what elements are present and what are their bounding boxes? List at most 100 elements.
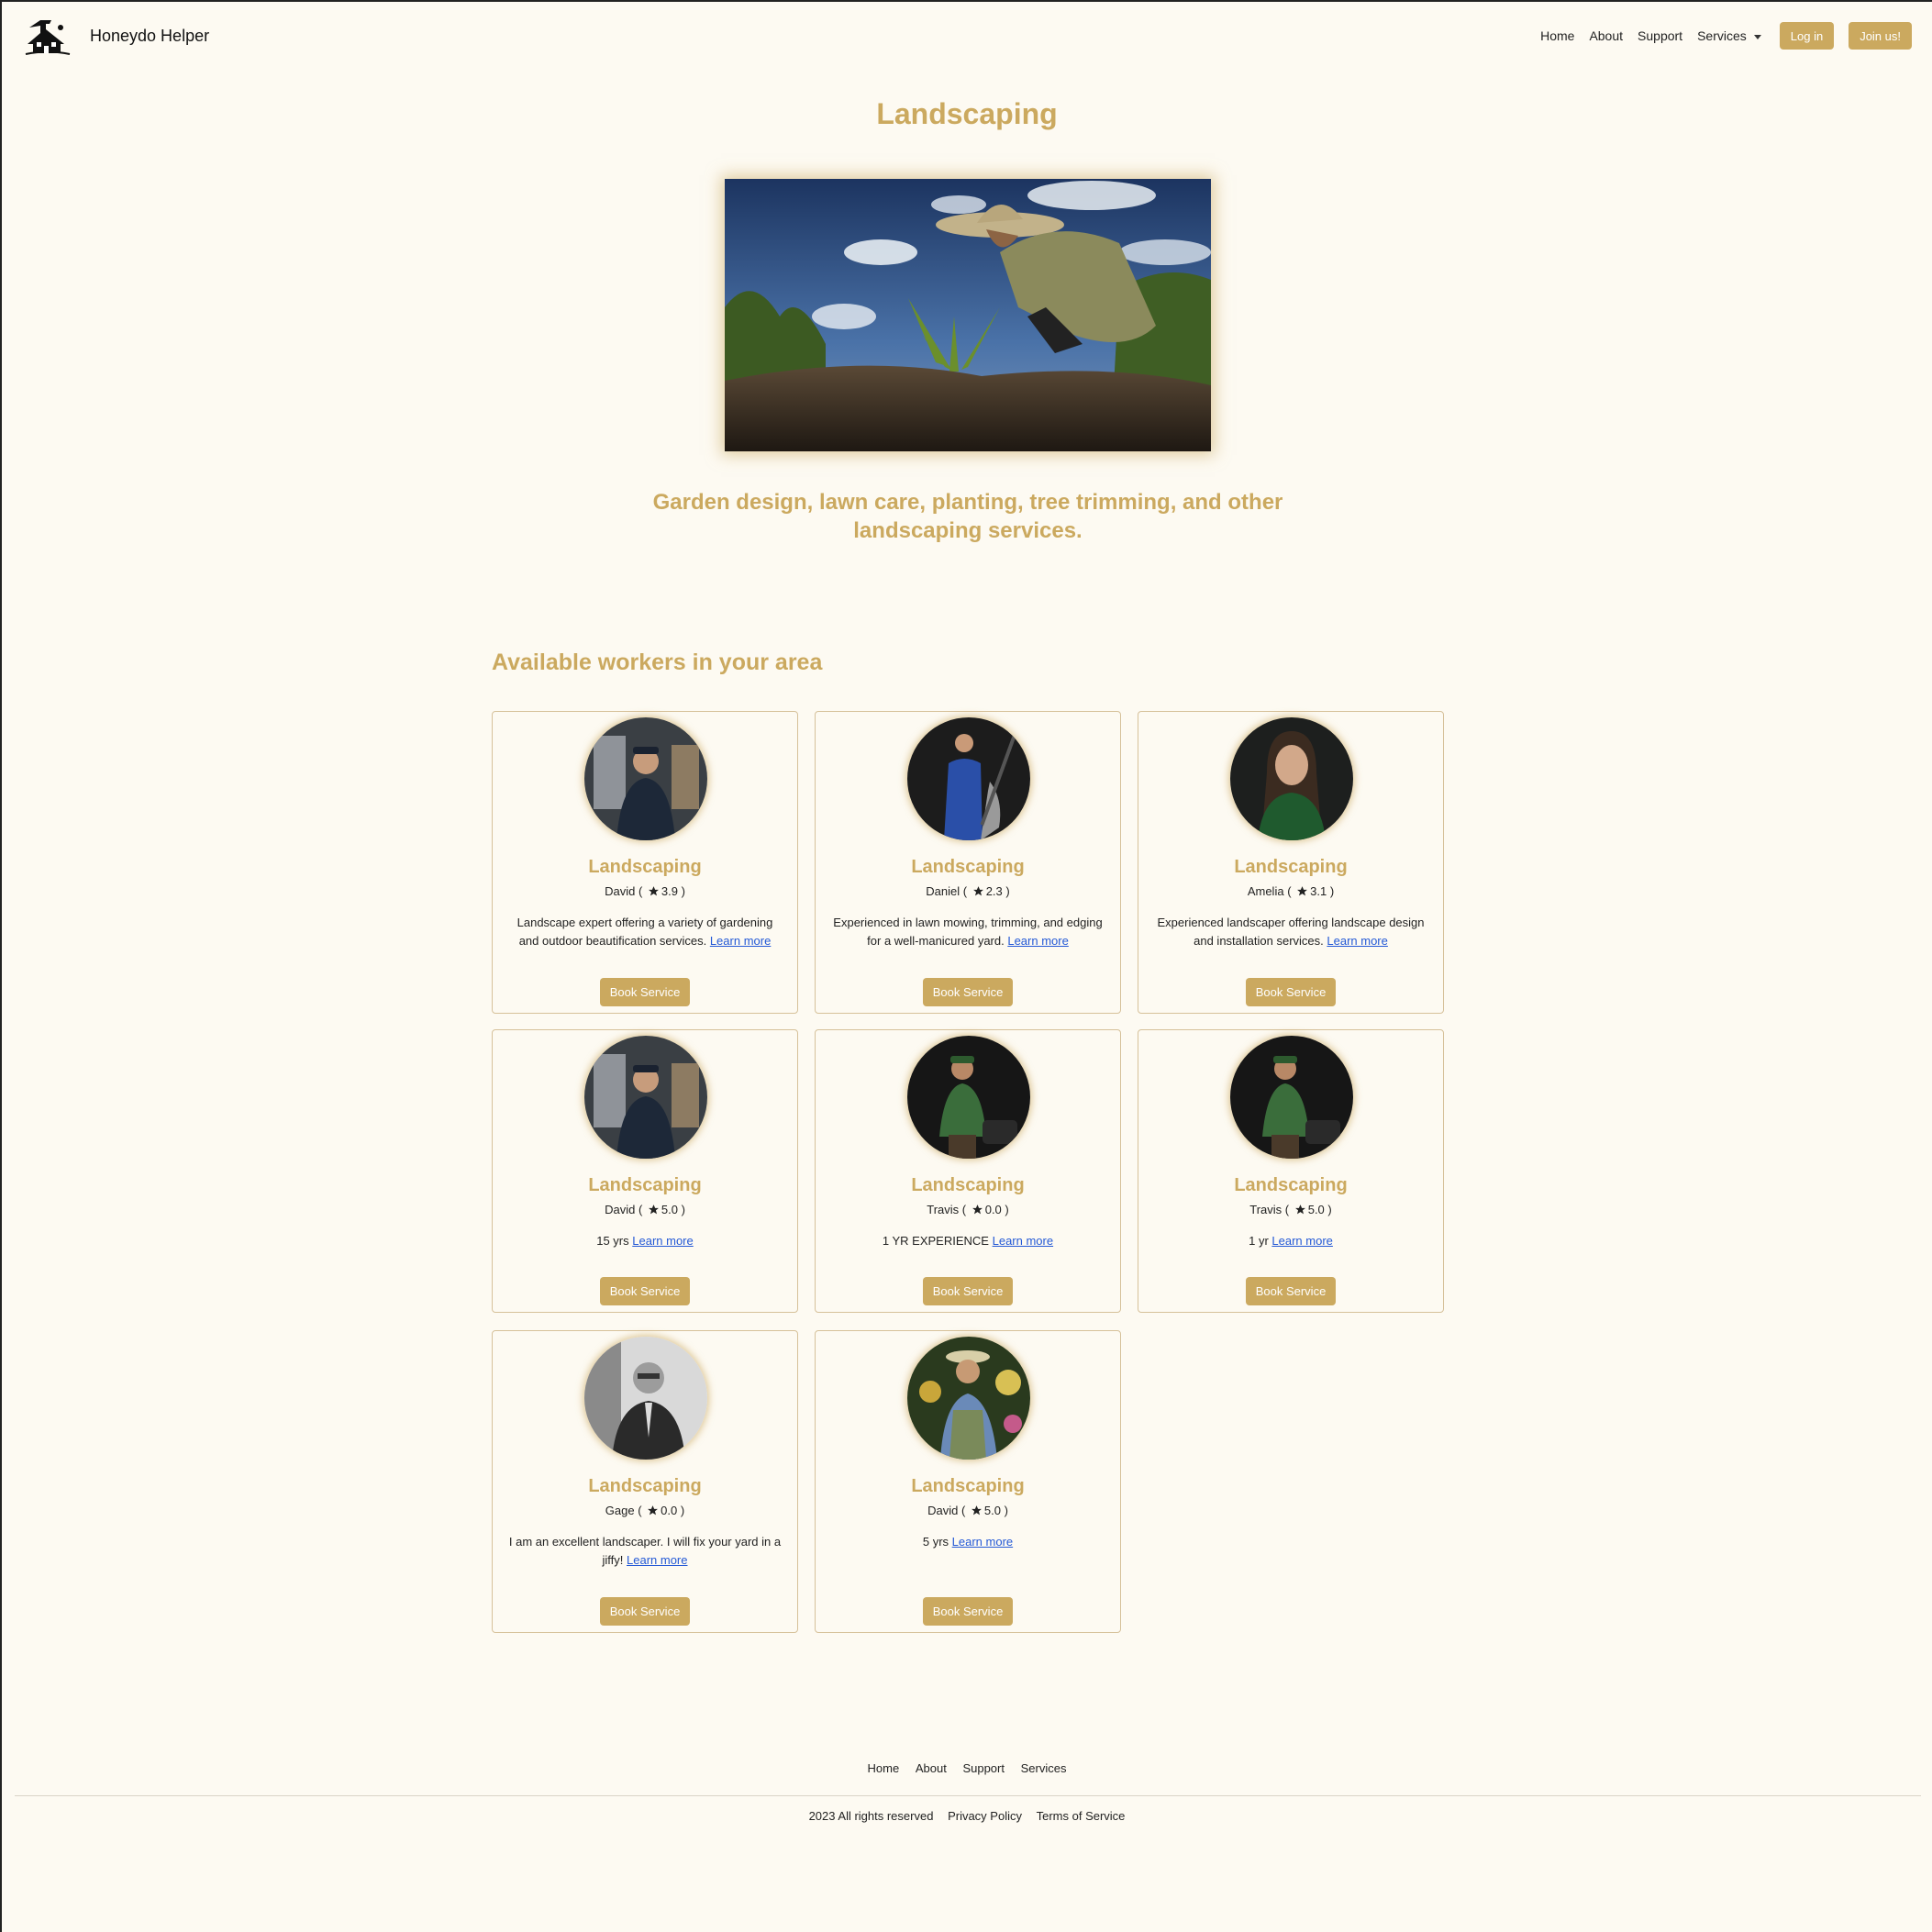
hero-landscaping-image [725, 179, 1211, 451]
worker-name-rating: David ( 3.9 ) [605, 884, 685, 898]
worker-description: Landscape expert offering a variety of g… [507, 914, 783, 950]
worker-description-text: 15 yrs [596, 1234, 629, 1248]
worker-description: 5 yrs Learn more [830, 1533, 1105, 1551]
worker-avatar [1230, 1036, 1353, 1159]
worker-name-rating: David ( 5.0 ) [927, 1504, 1008, 1517]
section-title: Available workers in your area [492, 650, 823, 675]
worker-name-rating: Travis ( 5.0 ) [1249, 1203, 1332, 1216]
worker-category: Landscaping [911, 857, 1025, 877]
worker-description-text: 5 yrs [922, 1535, 949, 1549]
worker-category: Landscaping [588, 1476, 702, 1496]
nav-services-label: Services [1697, 28, 1747, 43]
navbar: Honeydo Helper Home About Support Servic… [2, 2, 1932, 72]
footer-home-link[interactable]: Home [868, 1761, 900, 1775]
book-service-button[interactable]: Book Service [600, 1277, 690, 1305]
worker-rating: 2.3 [985, 884, 1003, 898]
worker-rating: 0.0 [984, 1203, 1002, 1216]
book-service-button[interactable]: Book Service [1246, 978, 1336, 1006]
copyright-text: 2023 All rights reserved [808, 1809, 934, 1823]
nav-services-dropdown[interactable]: Services [1697, 28, 1761, 43]
footer-services-link[interactable]: Services [1021, 1761, 1067, 1775]
worker-rating: 3.9 [661, 884, 678, 898]
nav-about-link[interactable]: About [1589, 28, 1623, 43]
worker-name-rating: Travis ( 0.0 ) [927, 1203, 1009, 1216]
worker-description: 1 yr Learn more [1153, 1232, 1428, 1250]
worker-avatar [907, 1036, 1030, 1159]
book-service-button[interactable]: Book Service [600, 978, 690, 1006]
book-service-button[interactable]: Book Service [923, 978, 1013, 1006]
caret-down-icon [1753, 34, 1761, 39]
worker-card: Landscaping Travis ( 5.0 ) 1 yr Learn mo… [1138, 1029, 1444, 1313]
star-icon [971, 1505, 982, 1516]
learn-more-link[interactable]: Learn more [1327, 934, 1387, 948]
worker-name-rating: David ( 5.0 ) [605, 1203, 685, 1216]
book-service-button[interactable]: Book Service [923, 1597, 1013, 1626]
worker-description-text: 1 YR EXPERIENCE [882, 1234, 989, 1248]
worker-avatar [1230, 717, 1353, 840]
worker-rating: 0.0 [661, 1504, 678, 1517]
star-icon [972, 886, 983, 896]
worker-name: David [605, 1203, 636, 1216]
learn-more-link[interactable]: Learn more [632, 1234, 693, 1248]
worker-name: Daniel [926, 884, 960, 898]
book-service-button[interactable]: Book Service [923, 1277, 1013, 1305]
worker-card: Landscaping David ( 5.0 ) 15 yrs Learn m… [492, 1029, 798, 1313]
worker-name: Amelia [1247, 884, 1284, 898]
footer-about-link[interactable]: About [916, 1761, 947, 1775]
worker-name: David [605, 884, 636, 898]
book-service-button[interactable]: Book Service [600, 1597, 690, 1626]
brand-name: Honeydo Helper [90, 26, 210, 45]
login-button[interactable]: Log in [1779, 22, 1835, 50]
worker-name: Travis [1249, 1203, 1282, 1216]
worker-name: Gage [605, 1504, 635, 1517]
worker-name-rating: Gage ( 0.0 ) [605, 1504, 685, 1517]
worker-category: Landscaping [911, 1175, 1025, 1195]
worker-description: Experienced landscaper offering landscap… [1153, 914, 1428, 950]
page-title: Landscaping [876, 97, 1058, 130]
house-logo-icon [25, 20, 71, 55]
book-service-button[interactable]: Book Service [1246, 1277, 1336, 1305]
worker-category: Landscaping [1234, 857, 1348, 877]
worker-name-rating: Daniel ( 2.3 ) [926, 884, 1010, 898]
worker-description: 1 YR EXPERIENCE Learn more [830, 1232, 1105, 1250]
worker-card: Landscaping David ( 5.0 ) 5 yrs Learn mo… [815, 1330, 1121, 1633]
worker-name-rating: Amelia ( 3.1 ) [1247, 884, 1335, 898]
learn-more-link[interactable]: Learn more [1007, 934, 1068, 948]
learn-more-link[interactable]: Learn more [1271, 1234, 1332, 1248]
star-icon [972, 1205, 983, 1215]
terms-of-service-link[interactable]: Terms of Service [1037, 1809, 1126, 1823]
learn-more-link[interactable]: Learn more [993, 1234, 1053, 1248]
privacy-policy-link[interactable]: Privacy Policy [948, 1809, 1022, 1823]
learn-more-link[interactable]: Learn more [627, 1553, 687, 1567]
learn-more-link[interactable]: Learn more [710, 934, 771, 948]
worker-name: Travis [927, 1203, 960, 1216]
footer-support-link[interactable]: Support [962, 1761, 1005, 1775]
footer-legal: 2023 All rights reserved Privacy Policy … [2, 1809, 1932, 1823]
star-icon [648, 886, 659, 896]
worker-name: David [927, 1504, 959, 1517]
footer-nav: Home About Support Services [2, 1761, 1932, 1775]
worker-category: Landscaping [588, 1175, 702, 1195]
worker-description: 15 yrs Learn more [507, 1232, 783, 1250]
worker-category: Landscaping [588, 857, 702, 877]
learn-more-link[interactable]: Learn more [952, 1535, 1013, 1549]
worker-rating: 3.1 [1310, 884, 1327, 898]
worker-card: Landscaping Travis ( 0.0 ) 1 YR EXPERIEN… [815, 1029, 1121, 1313]
worker-rating: 5.0 [983, 1504, 1001, 1517]
star-icon [648, 1205, 659, 1215]
worker-card: Landscaping Daniel ( 2.3 ) Experienced i… [815, 711, 1121, 1014]
star-icon [1297, 886, 1308, 896]
nav-support-link[interactable]: Support [1638, 28, 1682, 43]
brand[interactable]: Honeydo Helper [24, 17, 209, 55]
worker-description: I am an excellent landscaper. I will fix… [507, 1533, 783, 1570]
star-icon [1294, 1205, 1305, 1215]
worker-rating: 5.0 [1307, 1203, 1325, 1216]
star-icon [648, 1505, 659, 1516]
nav-home-link[interactable]: Home [1540, 28, 1574, 43]
worker-avatar [584, 1036, 707, 1159]
worker-avatar [907, 1337, 1030, 1460]
worker-card: Landscaping David ( 3.9 ) Landscape expe… [492, 711, 798, 1014]
worker-avatar [907, 717, 1030, 840]
worker-category: Landscaping [911, 1476, 1025, 1496]
join-button[interactable]: Join us! [1849, 22, 1912, 50]
